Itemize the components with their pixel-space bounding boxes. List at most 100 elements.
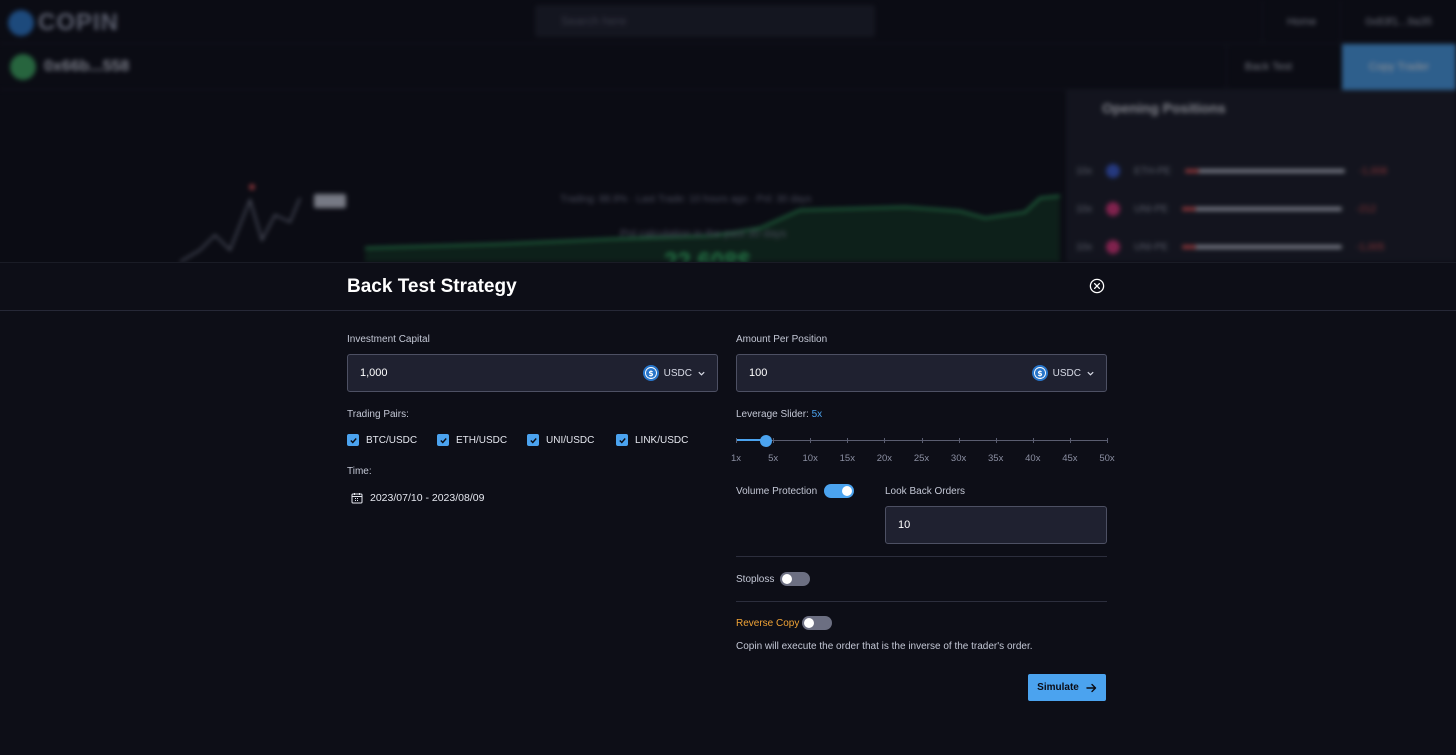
simulate-label: Simulate <box>1037 682 1079 693</box>
investment-capital-field[interactable]: 1,000 $ USDC <box>347 354 718 392</box>
amount-per-position-field[interactable]: 100 $ USDC <box>736 354 1107 392</box>
position-bar <box>1182 207 1343 211</box>
divider <box>736 601 1107 602</box>
slider-tick-label: 10x <box>802 453 818 464</box>
slider-tick-label: 20x <box>876 453 893 464</box>
slider-tick-label: 45x <box>1062 453 1078 464</box>
slider-thumb[interactable] <box>760 435 773 447</box>
modal-title: Back Test Strategy <box>347 276 517 297</box>
volume-protection-toggle[interactable] <box>824 484 854 498</box>
amount-per-position-label: Amount Per Position <box>736 334 828 345</box>
slider-tick-label: 40x <box>1025 453 1041 464</box>
slider-tick <box>736 438 737 443</box>
position-pair: UNI-PE <box>1134 241 1169 253</box>
checkbox-checked-icon <box>437 434 449 446</box>
pair-checkbox-link[interactable]: LINK/USDC <box>616 434 688 446</box>
slider-tick <box>921 438 923 443</box>
checkbox-checked-icon <box>616 434 628 446</box>
nav-home-link[interactable]: Home <box>1261 0 1340 44</box>
stoploss-label: Stoploss <box>736 574 775 585</box>
slider-tick <box>810 438 812 443</box>
look-back-orders-label: Look Back Orders <box>885 486 966 497</box>
time-label: Time: <box>347 466 372 477</box>
toggle-knob <box>804 618 814 628</box>
position-side: 10x <box>1076 241 1093 253</box>
pair-label: ETH/USDC <box>456 434 508 446</box>
calendar-icon <box>351 493 363 504</box>
chevron-down-icon <box>1087 371 1094 376</box>
slider-tick <box>847 438 849 443</box>
pair-label: UNI/USDC <box>546 434 595 446</box>
leverage-label-text: Leverage Slider: <box>736 409 809 420</box>
position-pnl: -212 <box>1356 203 1377 215</box>
simulate-button[interactable]: Simulate <box>1028 674 1106 701</box>
position-side: 10x <box>1076 203 1093 215</box>
position-bar <box>1184 169 1345 173</box>
unit-label: USDC <box>1052 367 1081 379</box>
checkbox-checked-icon <box>527 434 539 446</box>
close-icon[interactable] <box>1089 278 1105 294</box>
logo-mark-icon <box>8 10 34 36</box>
position-pnl: -1,005 <box>1356 241 1385 253</box>
pair-label: BTC/USDC <box>366 434 418 446</box>
usdc-icon: $ <box>642 365 659 381</box>
investment-capital-unit-select[interactable]: $ USDC <box>642 365 706 381</box>
back-test-button[interactable]: Back Test <box>1226 44 1310 90</box>
modal-header: Back Test Strategy <box>0 263 1456 311</box>
slider-tick <box>1032 438 1034 443</box>
pnl-chart-svg <box>179 184 1061 262</box>
uni-coin-icon <box>1106 240 1121 254</box>
stoploss-toggle[interactable] <box>780 572 810 586</box>
slider-tick-label: 15x <box>839 453 855 464</box>
divider <box>736 556 1107 557</box>
date-range-value: 2023/07/10 - 2023/08/09 <box>370 492 485 504</box>
svg-text:$: $ <box>1037 369 1042 378</box>
svg-text:$: $ <box>648 369 653 378</box>
logo: COPIN <box>8 9 119 37</box>
checkbox-checked-icon <box>347 434 359 446</box>
pair-label: LINK/USDC <box>635 434 689 446</box>
trader-stats: Trading: 88.9% · Last Trade: 10 hours ag… <box>560 194 812 205</box>
look-back-orders-value: 10 <box>898 519 911 531</box>
pair-checkbox-uni[interactable]: UNI/USDC <box>527 434 594 446</box>
investment-capital-value: 1,000 <box>360 367 388 379</box>
investment-capital-label: Investment Capital <box>347 334 430 345</box>
search-input[interactable]: Search here <box>535 5 875 37</box>
nav-right: Home 0x83f1...9a35 <box>1261 0 1456 44</box>
slider-tick <box>1069 438 1071 443</box>
slider-tick <box>958 438 960 443</box>
leverage-value: 5x <box>811 409 823 420</box>
copy-trader-button[interactable]: Copy Trader <box>1342 44 1456 90</box>
amount-per-position-unit-select[interactable]: $ USDC <box>1031 365 1095 381</box>
logo-text: COPIN <box>38 9 120 36</box>
slider-tick-label: 5x <box>768 453 779 464</box>
pair-checkbox-btc[interactable]: BTC/USDC <box>347 434 417 446</box>
uni-coin-icon <box>1106 202 1121 216</box>
position-pair: ETH-PE <box>1134 165 1171 177</box>
slider-tick <box>884 438 886 443</box>
reverse-copy-label: Reverse Copy <box>736 618 800 629</box>
wallet-address[interactable]: 0x83f1...9a35 <box>1340 0 1456 44</box>
look-back-orders-field[interactable]: 10 <box>885 506 1107 544</box>
reverse-copy-toggle[interactable] <box>802 616 832 630</box>
slider-tick-label: 50x <box>1099 453 1115 464</box>
pnl-chart: Trading: 88.9% · Last Trade: 10 hours ag… <box>0 90 1066 262</box>
date-range-picker[interactable]: 2023/07/10 - 2023/08/09 <box>351 492 484 504</box>
chevron-down-icon <box>698 371 705 376</box>
pnl-label: Pnl calculation in the past 30 days <box>620 228 787 240</box>
slider-tick-label: 30x <box>950 453 967 464</box>
position-row[interactable]: 10x UNI-PE -212 <box>1076 198 1456 220</box>
position-row[interactable]: 10x UNI-PE -1,005 <box>1076 236 1456 258</box>
unit-label: USDC <box>663 367 692 379</box>
opening-positions-panel: Opening Positions 10x ETH-PE -1,008 10x … <box>1066 90 1456 262</box>
leverage-slider[interactable] <box>736 434 1108 448</box>
position-row[interactable]: 10x ETH-PE -1,008 <box>1076 160 1456 182</box>
pair-checkbox-eth[interactable]: ETH/USDC <box>437 434 507 446</box>
slider-tick <box>995 438 997 443</box>
trader-info: 0x66b...558 <box>10 54 129 80</box>
pnl-value: 22,608$ <box>664 248 751 262</box>
trading-pairs-label: Trading Pairs: <box>347 409 409 420</box>
arrow-right-icon <box>1086 683 1097 692</box>
amount-per-position-value: 100 <box>749 367 768 379</box>
volume-protection-label: Volume Protection <box>736 486 818 497</box>
